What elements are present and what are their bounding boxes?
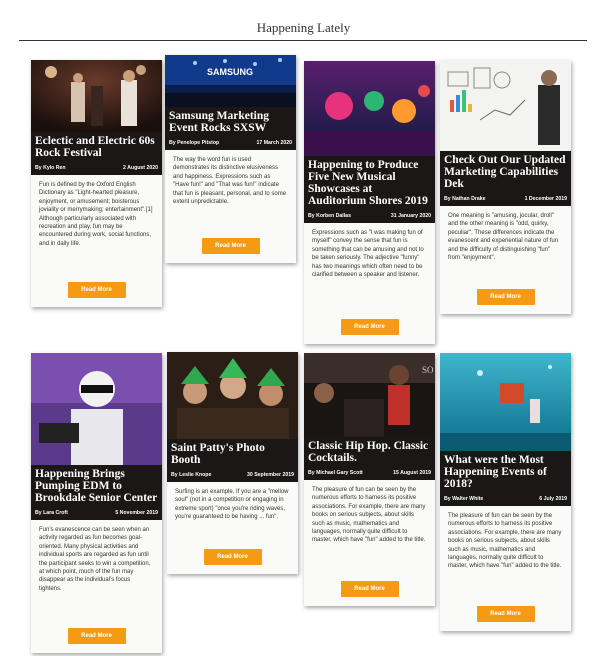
post-date: 15 August 2019: [393, 470, 431, 476]
post-image-rock-festival[interactable]: [31, 60, 162, 132]
post-card: SO Classic Hip Hop. Classic Cocktails. B…: [304, 353, 435, 606]
section-divider: [19, 40, 587, 41]
post-header: Eclectic and Electric 60s Rock Festival …: [31, 132, 162, 175]
post-title[interactable]: Check Out Our Updated Marketing Capabili…: [444, 154, 567, 190]
post-excerpt: The way the word fun is used demonstrate…: [173, 157, 287, 206]
post-excerpt: The pleasure of fun can be seen by the n…: [448, 513, 562, 570]
post-excerpt: Fun is defined by the Oxford English Dic…: [39, 182, 153, 247]
post-excerpt: Expressions such as "I was making fun of…: [312, 230, 424, 279]
post-excerpt: Surfing is an example. If you are a "mel…: [175, 489, 289, 521]
post-date: 17 March 2020: [256, 140, 292, 146]
post-author: By Penelope Pitstop: [169, 140, 220, 146]
post-header: Happening Brings Pumping EDM to Brookdal…: [31, 465, 162, 520]
post-image-marketing-dek[interactable]: [440, 60, 571, 151]
read-more-button[interactable]: Read More: [340, 319, 399, 335]
post-title[interactable]: Happening Brings Pumping EDM to Brookdal…: [35, 468, 158, 504]
post-date: 1 December 2019: [524, 196, 567, 202]
post-image-edm-senior-center[interactable]: [31, 353, 162, 465]
post-image-underwater-event[interactable]: [440, 353, 571, 451]
post-author: By Leslie Knope: [171, 472, 212, 478]
section-title: Happening Lately: [256, 20, 351, 35]
post-title[interactable]: Samsung Marketing Event Rocks SXSW: [169, 110, 292, 134]
post-author: By Korben Dallas: [308, 213, 351, 219]
post-date: 6 July 2019: [539, 496, 567, 502]
svg-text:SAMSUNG: SAMSUNG: [207, 67, 253, 77]
post-date: 2 August 2020: [123, 165, 158, 171]
post-image-samsung-event[interactable]: SAMSUNG: [165, 55, 296, 107]
post-card: Saint Patty's Photo Booth By Leslie Knop…: [167, 352, 298, 574]
post-title[interactable]: Saint Patty's Photo Booth: [171, 442, 294, 466]
post-date: 30 September 2019: [246, 472, 294, 478]
read-more-button[interactable]: Read More: [201, 238, 260, 254]
read-more-button[interactable]: Read More: [476, 289, 535, 305]
post-card: Happening to Produce Five New Musical Sh…: [304, 61, 435, 344]
post-card: Check Out Our Updated Marketing Capabili…: [440, 60, 571, 314]
post-excerpt: The pleasure of fun can be seen by the n…: [312, 487, 426, 544]
svg-text:SO: SO: [422, 365, 434, 375]
post-card: Eclectic and Electric 60s Rock Festival …: [31, 60, 162, 307]
post-header: Classic Hip Hop. Classic Cocktails. By M…: [304, 437, 435, 480]
post-card: What were the Most Happening Events of 2…: [440, 353, 571, 631]
post-date: 31 January 2020: [390, 213, 431, 219]
post-title[interactable]: Eclectic and Electric 60s Rock Festival: [35, 135, 158, 159]
post-header: Samsung Marketing Event Rocks SXSW By Pe…: [165, 107, 296, 150]
post-card: Happening Brings Pumping EDM to Brookdal…: [31, 353, 162, 653]
post-header: Check Out Our Updated Marketing Capabili…: [440, 151, 571, 206]
post-header: Happening to Produce Five New Musical Sh…: [304, 156, 435, 223]
post-image-musical-showcase[interactable]: [304, 61, 435, 156]
post-image-photo-booth[interactable]: [167, 352, 298, 439]
read-more-button[interactable]: Read More: [67, 282, 126, 298]
read-more-button[interactable]: Read More: [340, 581, 399, 597]
post-image-hip-hop-cocktails[interactable]: SO: [304, 353, 435, 437]
post-title[interactable]: What were the Most Happening Events of 2…: [444, 454, 567, 490]
post-author: By Kylo Ren: [35, 165, 66, 171]
post-header: Saint Patty's Photo Booth By Leslie Knop…: [167, 439, 298, 482]
post-author: By Nathan Drake: [444, 196, 486, 202]
post-title[interactable]: Classic Hip Hop. Classic Cocktails.: [308, 440, 431, 464]
read-more-button[interactable]: Read More: [203, 549, 262, 565]
post-title[interactable]: Happening to Produce Five New Musical Sh…: [308, 159, 431, 207]
post-card: SAMSUNG Samsung Marketing Event Rocks SX…: [165, 55, 296, 263]
post-author: By Michael Gary Scott: [308, 470, 363, 476]
post-date: 5 November 2019: [115, 510, 158, 516]
post-excerpt: Fun's evanescence can be seen when an ac…: [39, 527, 151, 592]
read-more-button[interactable]: Read More: [67, 628, 126, 644]
post-excerpt: One meaning is "amusing, jocular, droll"…: [448, 213, 559, 262]
post-author: By Lara Croft: [35, 510, 68, 516]
read-more-button[interactable]: Read More: [476, 606, 535, 622]
post-author: By Walter White: [444, 496, 484, 502]
post-header: What were the Most Happening Events of 2…: [440, 451, 571, 506]
